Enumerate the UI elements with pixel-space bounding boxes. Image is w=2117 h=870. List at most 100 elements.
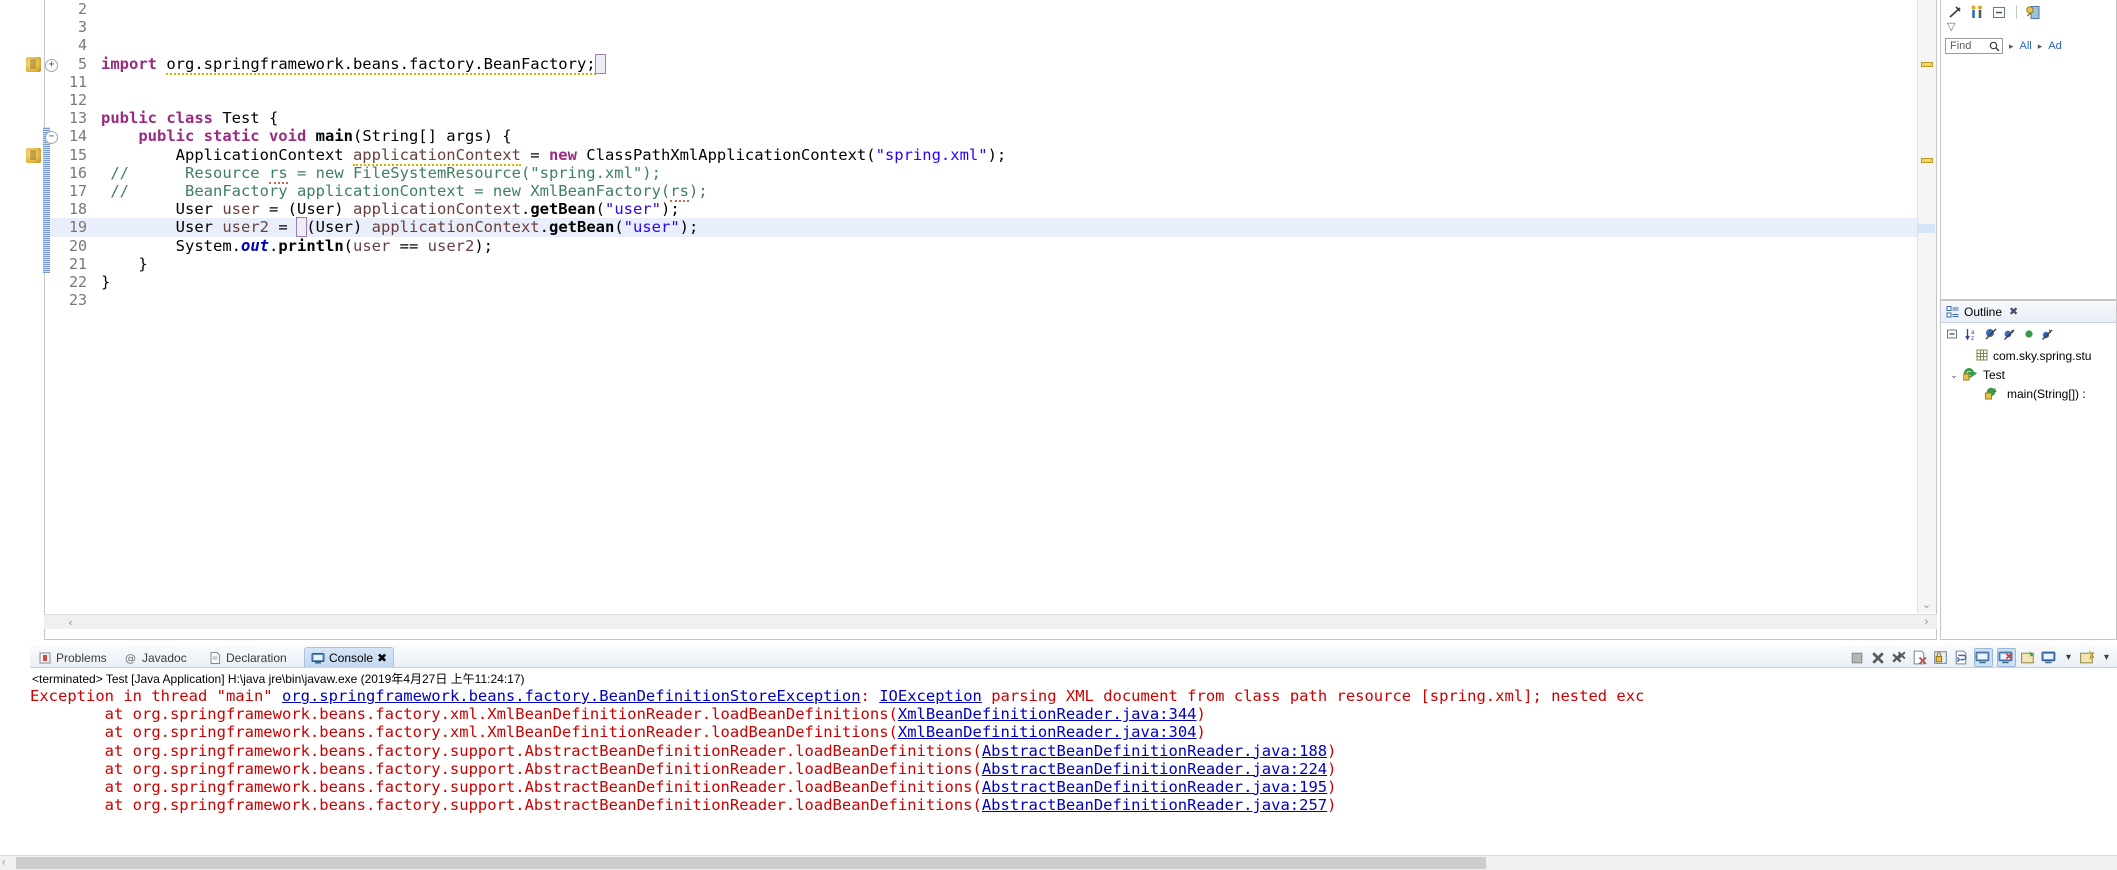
run-current-search-icon[interactable] xyxy=(1969,4,1986,21)
tree-twisty-icon[interactable]: ⌄ xyxy=(1949,370,1959,381)
code-line[interactable]: 22} xyxy=(45,273,1936,291)
sort-alphabetically-icon[interactable]: a z xyxy=(1965,327,1980,342)
outline-tree-item[interactable]: ⌄C Test xyxy=(1949,366,2005,384)
tab-label: Declaration xyxy=(226,650,287,665)
hide-fields-icon[interactable] xyxy=(1984,327,1999,342)
console-output[interactable]: Exception in thread "main" org.springfra… xyxy=(30,687,2117,862)
scroll-left-arrow-icon[interactable]: ‹ xyxy=(64,616,77,629)
line-number: 23 xyxy=(68,291,87,310)
console-view[interactable]: Problems @ Javadoc Declaration Console ✖ ▾ ▾ <… xyxy=(30,645,2117,870)
code-line[interactable]: 23 xyxy=(45,291,1936,309)
scope-advanced-link[interactable]: Ad xyxy=(2048,40,2061,52)
console-text: Exception in thread "main" xyxy=(30,687,282,705)
stack-trace-link[interactable]: AbstractBeanDefinitionReader.java:257 xyxy=(982,796,1327,814)
scroll-right-arrow-icon[interactable]: › xyxy=(1920,616,1933,629)
search-view[interactable]: ▽ Find ▸ All ▸ Ad xyxy=(1940,0,2117,300)
console-text: : xyxy=(860,687,880,705)
hide-non-public-icon[interactable] xyxy=(2022,327,2037,342)
word-wrap-icon[interactable] xyxy=(1953,649,1970,666)
scope-advanced-chevron-icon[interactable]: ▸ xyxy=(2038,41,2043,52)
hide-static-icon[interactable]: s xyxy=(2003,327,2018,342)
tab-javadoc[interactable]: @ Javadoc xyxy=(118,647,193,668)
code-line[interactable]: 21 } xyxy=(45,255,1936,273)
close-icon[interactable]: ✖ xyxy=(377,651,387,665)
code-line[interactable]: 11 xyxy=(45,73,1936,91)
pin-console-icon[interactable] xyxy=(2020,649,2037,666)
bottom-tab-bar[interactable]: Problems @ Javadoc Declaration Console ✖ xyxy=(30,645,2117,668)
tab-console[interactable]: Console ✖ xyxy=(304,647,395,668)
outline-view[interactable]: Outline ✖ a z com.sky.spring.stu ⌄ Test … xyxy=(1940,300,2117,640)
outline-item-label: Test xyxy=(1983,368,2006,382)
console-toolbar[interactable]: ▾ ▾ xyxy=(1848,647,2113,667)
scrollbar-thumb[interactable] xyxy=(16,857,1486,869)
scope-all-link[interactable]: All xyxy=(2020,40,2032,52)
editor-horizontal-scrollbar[interactable]: ‹ › xyxy=(44,614,1937,629)
code-line[interactable]: 3 xyxy=(45,18,1936,36)
stack-trace-link[interactable]: IOException xyxy=(879,687,982,705)
stack-trace-link[interactable]: XmlBeanDefinitionReader.java:304 xyxy=(898,723,1197,741)
open-console-chevron-icon[interactable]: ▾ xyxy=(2100,652,2113,663)
outline-toolbar[interactable]: a z s xyxy=(1946,325,2056,343)
java-editor[interactable]: 2 3 4 5 import org.springframework.beans.fac… xyxy=(44,0,1937,640)
console-horizontal-scrollbar[interactable]: ‹ xyxy=(0,855,2117,870)
line-number: 3 xyxy=(77,18,87,37)
outline-tree-item[interactable]: s main(String[]) : xyxy=(1971,385,2086,403)
editor-overview-ruler[interactable] xyxy=(1917,0,1936,613)
code-line[interactable]: 19 User user2 = (User) applicationContex… xyxy=(45,217,1936,238)
tab-declaration[interactable]: Declaration xyxy=(202,647,293,668)
stack-trace-link[interactable]: AbstractBeanDefinitionReader.java:195 xyxy=(982,778,1327,796)
stack-trace-link[interactable]: AbstractBeanDefinitionReader.java:188 xyxy=(982,742,1327,760)
remove-launch-icon[interactable] xyxy=(1869,649,1886,666)
overview-current-line-marker[interactable] xyxy=(1918,224,1935,233)
hide-local-types-icon[interactable]: t xyxy=(2041,327,2056,342)
display-selected-console-icon[interactable] xyxy=(2041,649,2058,666)
code-line[interactable]: 12 xyxy=(45,91,1936,109)
console-text: ) xyxy=(1327,759,1337,778)
display-console-chevron-icon[interactable]: ▾ xyxy=(2062,652,2075,663)
code-line[interactable]: 20 System.out.println(user == user2); xyxy=(45,237,1936,255)
code-line[interactable]: 14 public static void main(String[] args… xyxy=(45,127,1936,145)
code-line[interactable]: 18 User user = (User) applicationContext… xyxy=(45,200,1936,218)
code-line[interactable]: 2 xyxy=(45,0,1936,18)
overview-warning-marker[interactable] xyxy=(1921,158,1933,163)
code-line[interactable]: 5 import org.springframework.beans.factor… xyxy=(45,53,1936,75)
stack-trace-link[interactable]: org.springframework.beans.factory.BeanDe… xyxy=(282,687,861,705)
outline-tree-item[interactable]: com.sky.spring.stu xyxy=(1961,347,2091,365)
scope-all-chevron-icon[interactable]: ▸ xyxy=(2009,41,2014,52)
fold-expand-icon[interactable]: + xyxy=(45,58,58,72)
open-console-icon[interactable] xyxy=(2079,649,2096,666)
close-icon[interactable]: ✖ xyxy=(2009,305,2018,318)
stack-trace-link[interactable]: AbstractBeanDefinitionReader.java:224 xyxy=(982,760,1327,778)
code-area[interactable]: 2 3 4 5 import org.springframework.beans.fac… xyxy=(45,0,1936,639)
class-icon: C xyxy=(1962,367,1979,384)
console-text: at org.springframework.beans.factory.xml… xyxy=(30,705,898,724)
search-input[interactable]: Find xyxy=(1945,38,2003,54)
outline-tab[interactable]: Outline ✖ xyxy=(1941,301,2116,323)
clear-console-icon[interactable] xyxy=(1911,649,1928,666)
show-console-on-error-icon[interactable] xyxy=(1996,647,2016,667)
code-line[interactable]: 16 // Resource rs = new FileSystemResour… xyxy=(45,163,1936,184)
show-console-on-output-icon[interactable] xyxy=(1973,647,1993,667)
search-history-icon[interactable] xyxy=(2025,4,2042,21)
warning-marker-icon[interactable] xyxy=(26,147,41,163)
search-view-toolbar[interactable] xyxy=(1947,2,2042,22)
warning-marker-icon[interactable] xyxy=(26,56,41,72)
code-line[interactable]: 15 ApplicationContext applicationContext… xyxy=(45,145,1936,166)
overview-warning-marker[interactable] xyxy=(1921,62,1933,67)
ruler-scroll-down-icon[interactable]: ⌄ xyxy=(1917,598,1936,612)
find-row[interactable]: Find ▸ All ▸ Ad xyxy=(1945,38,2062,54)
view-menu-chevron-icon[interactable]: ▽ xyxy=(1947,22,1955,33)
terminate-icon[interactable] xyxy=(1848,649,1865,666)
scroll-left-arrow-icon[interactable]: ‹ xyxy=(2,856,5,870)
stack-trace-link[interactable]: XmlBeanDefinitionReader.java:344 xyxy=(898,705,1197,723)
code-line[interactable]: 17 // BeanFactory applicationContext = n… xyxy=(45,182,1936,202)
pin-search-icon[interactable] xyxy=(1947,4,1964,21)
code-line[interactable]: 13 public class Test { xyxy=(45,109,1936,127)
scroll-lock-icon[interactable] xyxy=(1932,649,1949,666)
tab-problems[interactable]: Problems xyxy=(32,647,113,668)
code-line[interactable]: 4 xyxy=(45,36,1936,54)
collapse-all-icon[interactable] xyxy=(1991,4,2008,21)
outline-item-label: com.sky.spring.stu xyxy=(1993,349,2092,363)
collapse-all-icon[interactable] xyxy=(1946,327,1961,342)
remove-all-terminated-icon[interactable] xyxy=(1890,649,1907,666)
